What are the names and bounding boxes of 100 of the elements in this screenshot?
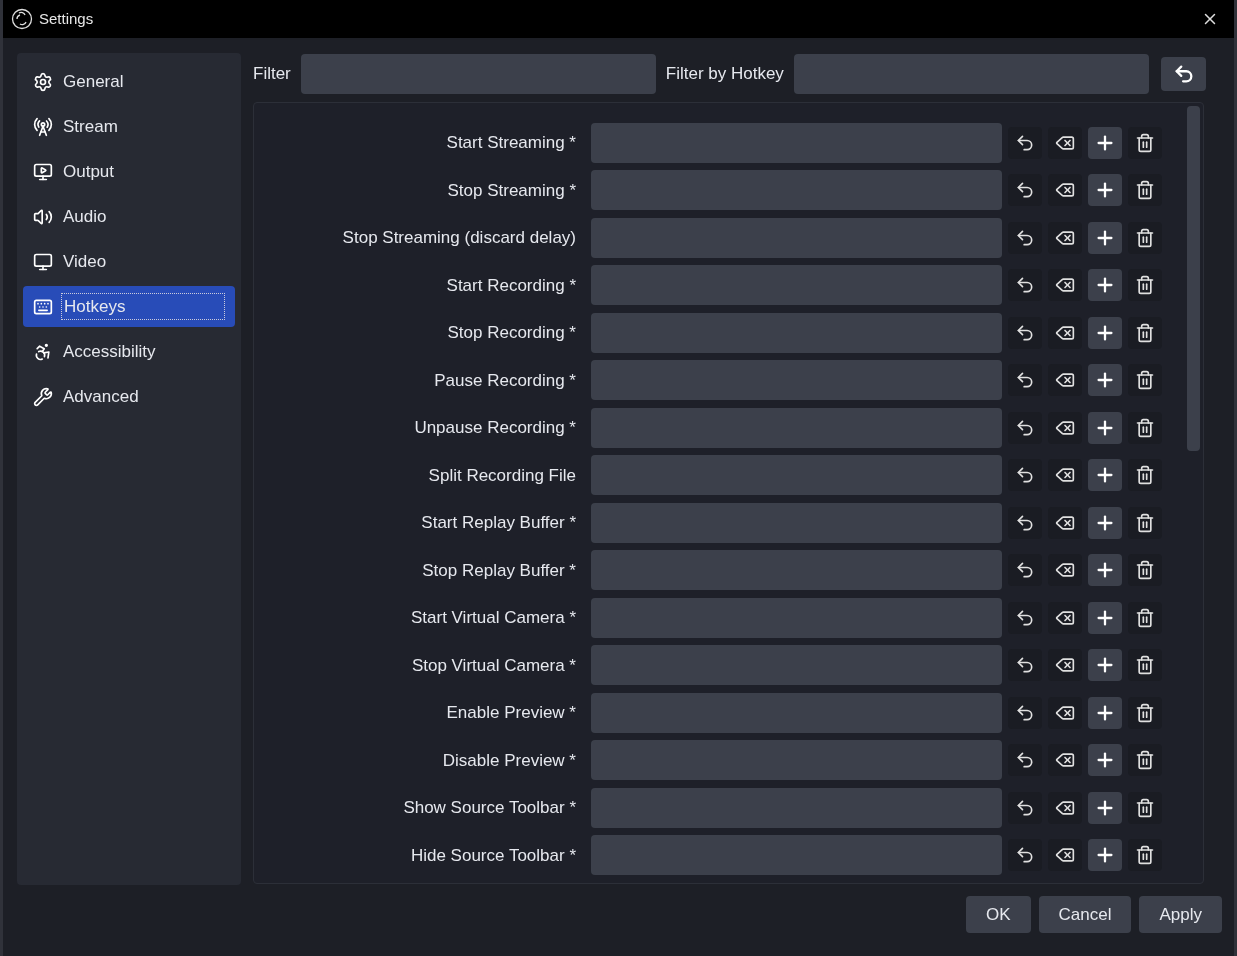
add-button[interactable] (1088, 221, 1122, 254)
delete-button[interactable] (1128, 459, 1162, 492)
delete-button[interactable] (1128, 791, 1162, 824)
clear-button[interactable] (1048, 791, 1082, 824)
hotkey-label: Disable Preview * (441, 749, 576, 772)
clear-button[interactable] (1048, 696, 1082, 729)
revert-button[interactable] (1008, 459, 1042, 492)
delete-button[interactable] (1128, 364, 1162, 397)
add-button[interactable] (1088, 744, 1122, 777)
clear-button[interactable] (1048, 364, 1082, 397)
add-button[interactable] (1088, 649, 1122, 682)
filter-field[interactable] (300, 54, 656, 94)
hotkey-field[interactable] (591, 787, 1002, 828)
delete-button[interactable] (1128, 126, 1162, 159)
add-button[interactable] (1088, 601, 1122, 634)
hotkey-filter-field[interactable] (793, 54, 1149, 94)
delete-button[interactable] (1128, 221, 1162, 254)
clear-button[interactable] (1048, 126, 1082, 159)
add-button[interactable] (1088, 174, 1122, 207)
hotkey-label: Stop Streaming * (446, 179, 576, 202)
accessibility-icon (33, 341, 53, 362)
hotkey-field[interactable] (591, 692, 1002, 733)
clear-button[interactable] (1048, 744, 1082, 777)
delete-button[interactable] (1128, 411, 1162, 444)
add-button[interactable] (1088, 554, 1122, 587)
dialog-button[interactable]: OK (966, 896, 1031, 933)
add-button[interactable] (1088, 459, 1122, 492)
add-button[interactable] (1088, 364, 1122, 397)
clear-button[interactable] (1048, 411, 1082, 444)
revert-button[interactable] (1008, 649, 1042, 682)
add-button[interactable] (1088, 316, 1122, 349)
sidebar-item[interactable]: Accessibility (23, 331, 235, 372)
hotkey-field[interactable] (591, 740, 1002, 781)
add-button[interactable] (1088, 506, 1122, 539)
revert-button[interactable] (1008, 839, 1042, 872)
dialog-button[interactable]: Apply (1139, 896, 1222, 933)
revert-button[interactable] (1008, 791, 1042, 824)
clear-button[interactable] (1048, 459, 1082, 492)
revert-button[interactable] (1008, 126, 1042, 159)
clear-button[interactable] (1048, 601, 1082, 634)
hotkey-field[interactable] (591, 407, 1002, 448)
scrollbar[interactable] (1187, 106, 1200, 451)
delete-button[interactable] (1128, 839, 1162, 872)
hotkey-field[interactable] (591, 597, 1002, 638)
hotkey-field[interactable] (591, 312, 1002, 353)
sidebar-item[interactable]: Stream (23, 106, 235, 147)
revert-button[interactable] (1008, 174, 1042, 207)
sidebar-item[interactable]: Video (23, 241, 235, 282)
clear-button[interactable] (1048, 839, 1082, 872)
hotkey-field[interactable] (591, 835, 1002, 876)
reset-filter-button[interactable] (1161, 57, 1206, 91)
add-button[interactable] (1088, 126, 1122, 159)
hotkey-field[interactable] (591, 122, 1002, 163)
delete-button[interactable] (1128, 554, 1162, 587)
add-button[interactable] (1088, 696, 1122, 729)
hotkey-label: Start Streaming * (445, 132, 576, 154)
hotkey-field[interactable] (591, 265, 1002, 306)
delete-button[interactable] (1128, 506, 1162, 539)
dialog-button[interactable]: Cancel (1038, 896, 1132, 933)
revert-button[interactable] (1008, 506, 1042, 539)
revert-button[interactable] (1008, 316, 1042, 349)
undo-arrow-icon (1015, 702, 1035, 723)
sidebar-item[interactable]: Audio (23, 196, 235, 237)
hotkey-field[interactable] (591, 217, 1002, 258)
revert-button[interactable] (1008, 554, 1042, 587)
clear-button[interactable] (1048, 269, 1082, 302)
clear-button[interactable] (1048, 316, 1082, 349)
clear-button[interactable] (1048, 506, 1082, 539)
revert-button[interactable] (1008, 744, 1042, 777)
delete-button[interactable] (1128, 316, 1162, 349)
sidebar-item[interactable]: Advanced (23, 376, 235, 417)
hotkey-field[interactable] (591, 170, 1002, 211)
hotkey-field[interactable] (591, 502, 1002, 543)
delete-button[interactable] (1128, 174, 1162, 207)
add-button[interactable] (1088, 791, 1122, 824)
revert-button[interactable] (1008, 696, 1042, 729)
revert-button[interactable] (1008, 221, 1042, 254)
hotkey-field[interactable] (591, 645, 1002, 686)
hotkey-field[interactable] (591, 550, 1002, 591)
hotkey-field[interactable] (591, 360, 1002, 401)
delete-button[interactable] (1128, 269, 1162, 302)
clear-button[interactable] (1048, 649, 1082, 682)
revert-button[interactable] (1008, 601, 1042, 634)
clear-button[interactable] (1048, 554, 1082, 587)
delete-button[interactable] (1128, 601, 1162, 634)
add-button[interactable] (1088, 411, 1122, 444)
revert-button[interactable] (1008, 269, 1042, 302)
sidebar-item[interactable]: General (23, 61, 235, 102)
add-button[interactable] (1088, 839, 1122, 872)
hotkey-field[interactable] (591, 455, 1002, 496)
clear-button[interactable] (1048, 221, 1082, 254)
revert-button[interactable] (1008, 364, 1042, 397)
sidebar-item[interactable]: Output (23, 151, 235, 192)
clear-button[interactable] (1048, 174, 1082, 207)
delete-button[interactable] (1128, 744, 1162, 777)
revert-button[interactable] (1008, 411, 1042, 444)
sidebar-item[interactable]: Hotkeys (23, 286, 235, 327)
add-button[interactable] (1088, 269, 1122, 302)
delete-button[interactable] (1128, 649, 1162, 682)
delete-button[interactable] (1128, 696, 1162, 729)
